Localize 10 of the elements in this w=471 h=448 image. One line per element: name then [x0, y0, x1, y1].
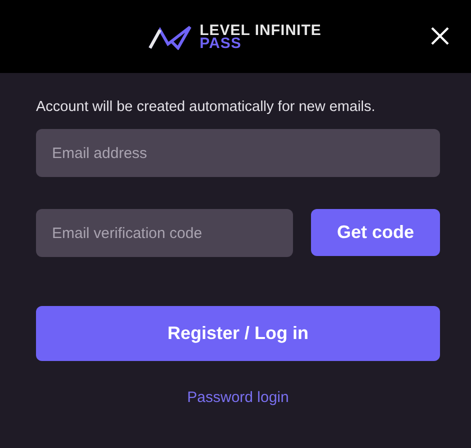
register-login-button[interactable]: Register / Log in — [36, 306, 440, 361]
logo-subtext: PASS — [200, 36, 242, 50]
notice-text: Account will be created automatically for new emails. — [36, 98, 376, 116]
password-login-link[interactable]: Password login — [187, 389, 289, 406]
logo-icon — [148, 24, 194, 50]
close-button[interactable] — [429, 25, 451, 47]
logo-text: LEVEL INFINITE — [200, 24, 322, 36]
get-code-button[interactable]: Get code — [311, 209, 440, 256]
verification-code-field[interactable]: Email verification code — [36, 209, 293, 257]
email-field[interactable]: Email address — [36, 129, 440, 177]
